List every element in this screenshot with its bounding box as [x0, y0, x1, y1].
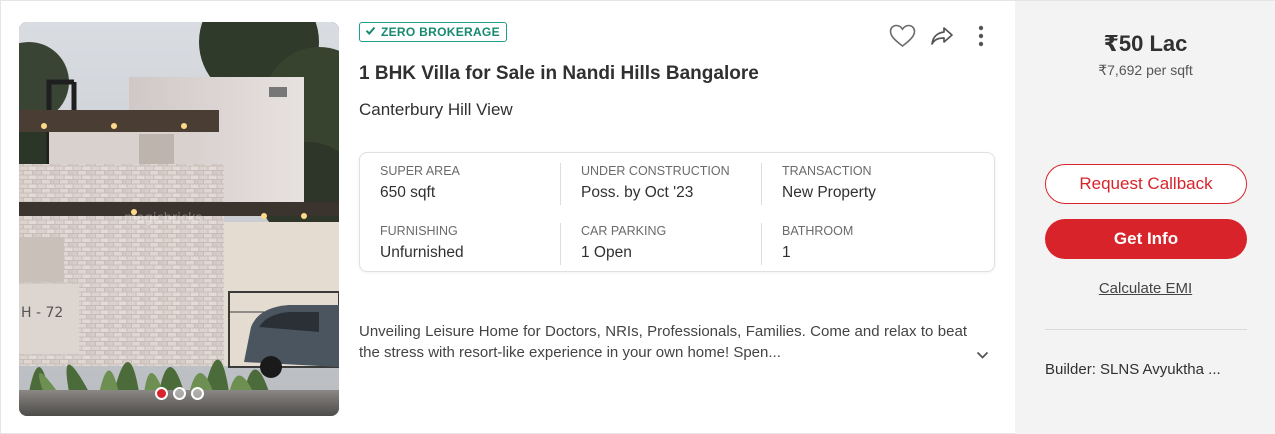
request-callback-button[interactable]: Request Callback — [1045, 164, 1247, 204]
price: ₹50 Lac — [1103, 31, 1188, 56]
watermark-text: magicbricks — [124, 211, 203, 226]
share-button[interactable] — [925, 23, 958, 53]
spec-value: 1 Open — [581, 244, 632, 261]
check-icon — [365, 25, 376, 39]
property-photo[interactable]: H - 72 magicbricks — [19, 22, 339, 416]
spec-value: 650 sqft — [380, 184, 436, 201]
spec-status: UNDER CONSTRUCTION Poss. by Oct '23 — [560, 163, 761, 205]
spec-label: CAR PARKING — [581, 224, 667, 238]
price-per-sqft: ₹7,692 per sqft — [1098, 62, 1193, 78]
villa-image: H - 72 magicbricks — [19, 22, 339, 416]
chevron-down-icon[interactable] — [976, 347, 989, 365]
heart-icon — [889, 24, 916, 53]
badge-label: ZERO BROKERAGE — [381, 25, 500, 39]
spec-transaction: TRANSACTION New Property — [761, 163, 962, 205]
spec-label: TRANSACTION — [782, 164, 872, 178]
listing-actions — [886, 23, 997, 53]
spec-furnishing: FURNISHING Unfurnished — [360, 223, 561, 265]
spec-value: Unfurnished — [380, 244, 464, 261]
listing-title[interactable]: 1 BHK Villa for Sale in Nandi Hills Bang… — [359, 63, 759, 85]
get-info-button[interactable]: Get Info — [1045, 219, 1247, 259]
more-vertical-icon — [978, 25, 984, 52]
zero-brokerage-badge: ZERO BROKERAGE — [359, 22, 507, 42]
favourite-button[interactable] — [886, 23, 919, 53]
more-options-button[interactable] — [964, 23, 997, 53]
spec-bathroom: BATHROOM 1 — [761, 223, 962, 265]
spec-label: UNDER CONSTRUCTION — [581, 164, 730, 178]
listing-description: Unveiling Leisure Home for Doctors, NRIs… — [359, 323, 967, 361]
builder-name[interactable]: Builder: SLNS Avyuktha ... — [1045, 361, 1221, 378]
carousel-dot-2[interactable] — [172, 387, 186, 400]
spec-label: BATHROOM — [782, 224, 854, 238]
spec-car-parking: CAR PARKING 1 Open — [560, 223, 761, 265]
carousel-dot-1[interactable] — [154, 387, 168, 400]
property-card[interactable]: H - 72 magicbricks ZERO BROKERAGE 1 BHK … — [0, 0, 1275, 434]
spec-value: Poss. by Oct '23 — [581, 184, 694, 201]
spec-label: FURNISHING — [380, 224, 458, 238]
spec-value: 1 — [782, 244, 791, 261]
specs-box: SUPER AREA 650 sqft UNDER CONSTRUCTION P… — [359, 152, 995, 272]
carousel-dots — [19, 387, 339, 400]
price-panel: ₹50 Lac ₹7,692 per sqft Request Callback… — [1015, 1, 1275, 434]
share-icon — [930, 26, 954, 51]
spec-value: New Property — [782, 184, 876, 201]
project-name[interactable]: Canterbury Hill View — [359, 100, 513, 120]
spec-label: SUPER AREA — [380, 164, 460, 178]
house-number-text: H - 72 — [21, 305, 63, 321]
calculate-emi-link[interactable]: Calculate EMI — [1015, 280, 1275, 297]
spec-super-area: SUPER AREA 650 sqft — [360, 163, 561, 205]
divider — [1045, 329, 1247, 330]
carousel-dot-3[interactable] — [190, 387, 204, 400]
